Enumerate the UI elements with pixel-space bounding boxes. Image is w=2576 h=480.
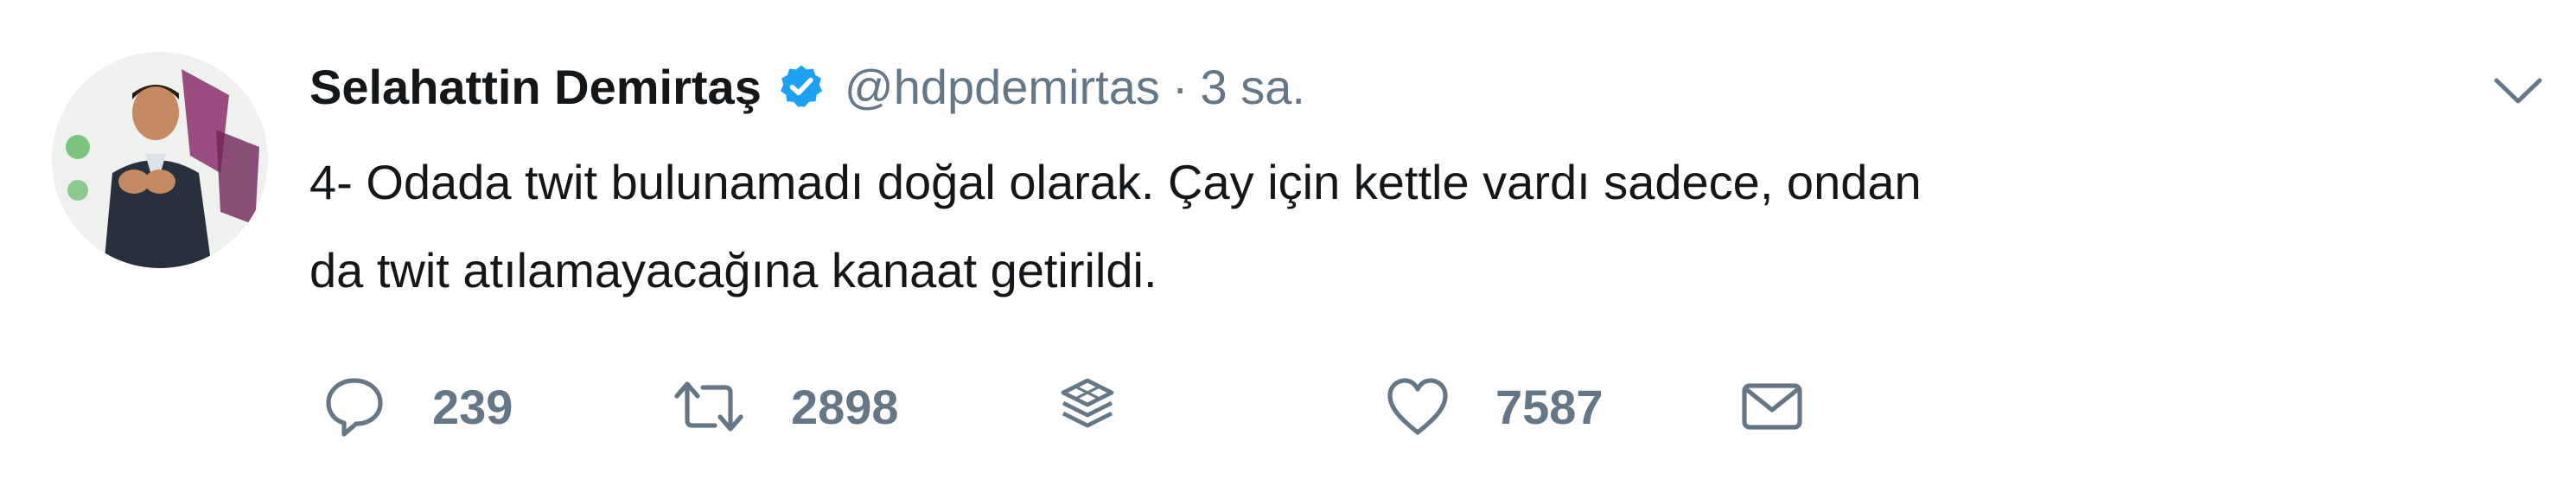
reply-button[interactable]: 239 xyxy=(320,363,513,450)
retweet-button[interactable]: 2898 xyxy=(670,363,899,450)
tweet-actions: 239 2898 7587 xyxy=(320,363,2481,450)
retweet-icon xyxy=(670,372,748,441)
reply-count: 239 xyxy=(432,379,513,434)
retweet-count: 2898 xyxy=(791,379,899,434)
analytics-button[interactable] xyxy=(1053,363,1122,450)
header-separator: · xyxy=(1171,59,1189,114)
direct-message-button[interactable] xyxy=(1738,363,1807,450)
author-avatar[interactable] xyxy=(52,52,268,268)
tweet-text: 4- Odada twit bulunamadı doğal olarak. Ç… xyxy=(309,138,2401,315)
tweet-header: Selahattin Demirtaş @hdpdemirtas · 3 sa. xyxy=(309,52,1305,121)
tweet-card[interactable]: Selahattin Demirtaş @hdpdemirtas · 3 sa.… xyxy=(0,0,2576,480)
stack-icon xyxy=(1053,372,1122,441)
chevron-down-icon[interactable] xyxy=(2488,65,2548,117)
like-button[interactable]: 7587 xyxy=(1383,363,1604,450)
tweet-timestamp[interactable]: 3 sa. xyxy=(1201,59,1305,115)
like-count: 7587 xyxy=(1495,379,1604,434)
heart-icon xyxy=(1383,372,1452,441)
author-name[interactable]: Selahattin Demirtaş xyxy=(309,59,762,115)
tweet-text-line: 4- Odada twit bulunamadı doğal olarak. Ç… xyxy=(309,155,1922,209)
author-handle[interactable]: @hdpdemirtas xyxy=(845,59,1160,115)
verified-badge-icon xyxy=(777,62,826,111)
reply-icon xyxy=(320,372,389,441)
envelope-icon xyxy=(1738,372,1807,441)
tweet-text-line: da twit atılamayacağına kanaat getirildi… xyxy=(309,243,1157,298)
